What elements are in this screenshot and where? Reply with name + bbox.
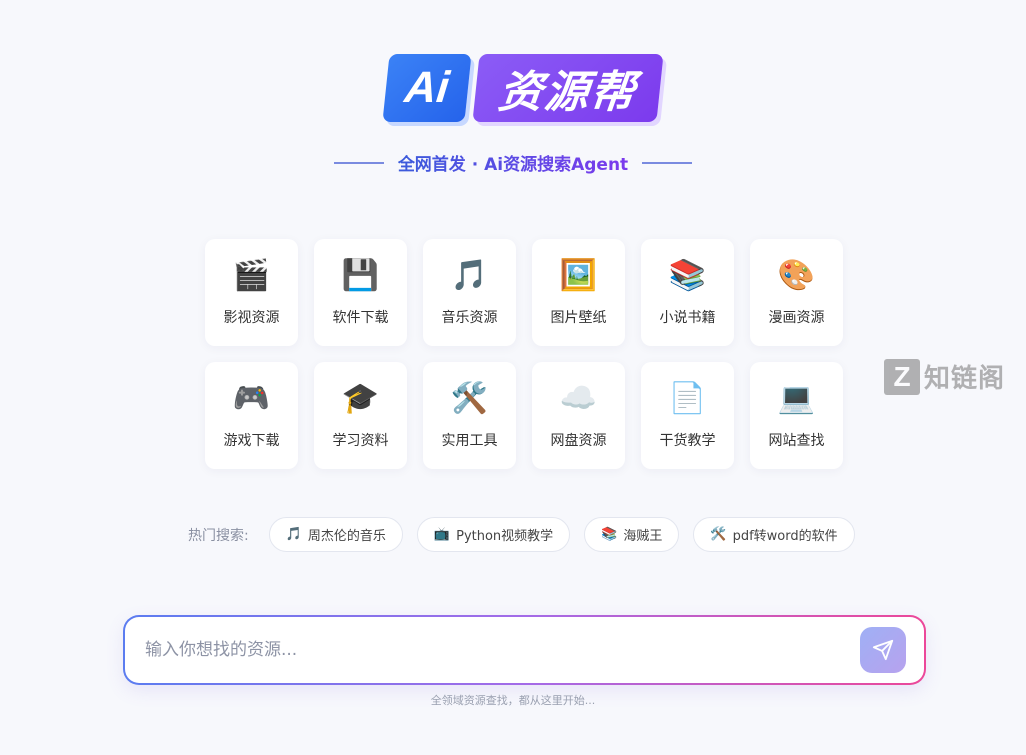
- logo: Ai 资源帮: [382, 54, 664, 124]
- hot-search-chip[interactable]: 📺 Python视频教学: [416, 517, 571, 552]
- category-card[interactable]: 🛠️ 实用工具: [423, 362, 516, 469]
- hot-search-chip[interactable]: 🛠️ pdf转word的软件: [693, 517, 855, 552]
- category-card[interactable]: 💻 网站查找: [750, 362, 843, 469]
- category-grid: 🎬 影视资源 💾 软件下载 🎵 音乐资源 🖼️ 图片壁纸 📚 小说书籍 🎨 漫画资源 🎮 游戏下载 🎓 学习资…: [205, 239, 843, 469]
- category-card[interactable]: ☁️ 网盘资源: [532, 362, 625, 469]
- logo-ai-badge: Ai: [382, 54, 472, 122]
- category-card[interactable]: 🎮 游戏下载: [205, 362, 298, 469]
- hot-searches: 热门搜索: 🎵 周杰伦的音乐 📺 Python视频教学 📚 海贼王 🛠️ pdf转word的软…: [188, 517, 855, 552]
- category-card[interactable]: 🎬 影视资源: [205, 239, 298, 346]
- tools-icon: 🛠️: [710, 527, 727, 542]
- send-button[interactable]: [860, 627, 906, 673]
- search-input[interactable]: [145, 640, 860, 660]
- category-label: 音乐资源: [441, 309, 498, 326]
- watermark-z: Z: [884, 358, 920, 395]
- clapperboard-icon: 🎬: [232, 257, 271, 293]
- hot-search-label: 周杰伦的音乐: [307, 529, 386, 544]
- logo-name-badge: 资源帮: [472, 54, 664, 122]
- category-card[interactable]: 📄 干货教学: [641, 362, 734, 469]
- category-label: 软件下载: [332, 309, 389, 326]
- books-icon: 📚: [668, 257, 707, 293]
- search-inner: [125, 617, 924, 683]
- cloud-icon: ☁️: [559, 380, 598, 416]
- music-note-icon: 🎵: [285, 527, 302, 542]
- hot-search-label: 海贼王: [623, 529, 663, 544]
- category-label: 网站查找: [768, 432, 825, 449]
- tagline-right-line: [642, 161, 693, 164]
- tagline-left-line: [333, 161, 384, 164]
- category-label: 图片壁纸: [550, 309, 607, 326]
- floppy-disk-icon: 💾: [341, 257, 380, 293]
- watermark-logo: Z 知链阁: [884, 358, 1005, 395]
- category-label: 网盘资源: [550, 432, 607, 449]
- tagline-text: 全网首发 · Ai资源搜索Agent: [398, 150, 628, 175]
- tagline: 全网首发 · Ai资源搜索Agent: [0, 150, 1026, 175]
- watermark-text: 知链阁: [924, 364, 1006, 394]
- tv-icon: 📺: [433, 527, 451, 542]
- graduation-cap-icon: 🎓: [341, 380, 380, 416]
- category-label: 影视资源: [223, 309, 280, 326]
- search-hint: 全领域资源查找，都从这里开始...: [430, 694, 596, 707]
- category-label: 实用工具: [441, 432, 498, 449]
- books-icon: 📚: [601, 527, 618, 542]
- laptop-icon: 💻: [777, 380, 816, 416]
- category-label: 游戏下载: [223, 432, 280, 449]
- category-card[interactable]: 🎵 音乐资源: [423, 239, 516, 346]
- category-card[interactable]: 📚 小说书籍: [641, 239, 734, 346]
- hot-searches-title: 热门搜索:: [188, 527, 249, 544]
- category-card[interactable]: 💾 软件下载: [314, 239, 407, 346]
- document-icon: 📄: [668, 380, 707, 416]
- music-note-icon: 🎵: [450, 257, 489, 293]
- category-label: 学习资料: [332, 432, 389, 449]
- page: Ai 资源帮 全网首发 · Ai资源搜索Agent 🎬 影视资源 💾 软件下载 🎵 音乐资…: [0, 0, 1026, 755]
- hot-search-chip[interactable]: 🎵 周杰伦的音乐: [268, 517, 403, 552]
- category-label: 漫画资源: [768, 309, 825, 326]
- gamepad-icon: 🎮: [232, 380, 271, 416]
- hot-search-label: pdf转word的软件: [732, 529, 838, 544]
- category-label: 干货教学: [659, 432, 716, 449]
- category-card[interactable]: 🎨 漫画资源: [750, 239, 843, 346]
- category-card[interactable]: 🖼️ 图片壁纸: [532, 239, 625, 346]
- tools-icon: 🛠️: [450, 380, 489, 416]
- palette-icon: 🎨: [777, 257, 816, 293]
- search-box: [123, 615, 926, 685]
- picture-icon: 🖼️: [559, 257, 598, 293]
- hot-search-chip[interactable]: 📚 海贼王: [584, 517, 680, 552]
- hot-search-label: Python视频教学: [456, 529, 554, 544]
- send-icon: [872, 639, 894, 661]
- category-label: 小说书籍: [659, 309, 716, 326]
- category-card[interactable]: 🎓 学习资料: [314, 362, 407, 469]
